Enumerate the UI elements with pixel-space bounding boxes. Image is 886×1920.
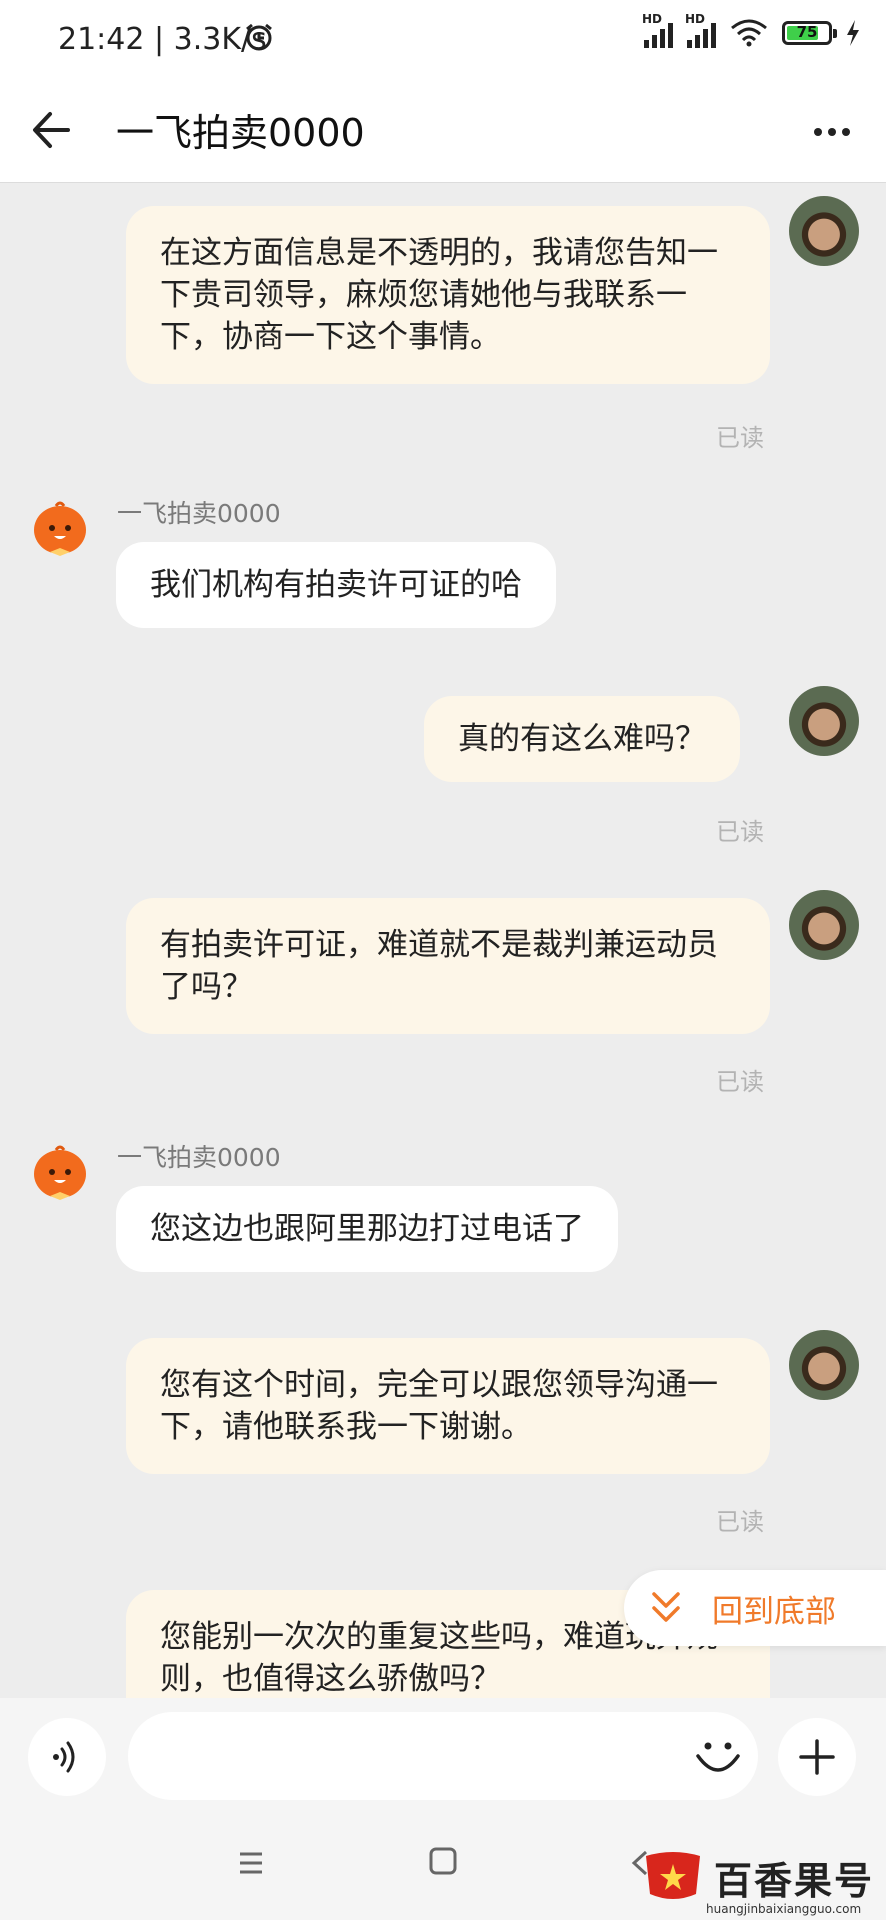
signal-icon: HD [685,12,716,48]
sender-name: 一飞拍卖0000 [117,1143,281,1172]
read-status: 已读 [716,424,764,452]
read-status: 已读 [716,1068,764,1096]
input-bar [0,1698,886,1814]
watermark-logo: 百香果号 huangjinbaixiangguo.com [640,1850,886,1920]
hd-label: HD [685,12,706,26]
double-chevron-down-icon [652,1592,680,1622]
battery-level: 75 [796,23,818,41]
message-text: 您有这个时间，完全可以跟您领导沟通一下，请他联系我一下谢谢。 [160,1367,718,1445]
status-indicators: HD HD 75 [642,12,860,48]
message-text: 真的有这么难吗？ [458,721,706,757]
message-bubble-outgoing[interactable]: 有拍卖许可证，难道就不是裁判兼运动员了吗？ [126,898,770,1034]
message-bubble-outgoing[interactable]: 您有这个时间，完全可以跟您领导沟通一下，请他联系我一下谢谢。 [126,1338,770,1474]
more-icon[interactable] [804,104,860,160]
message-text: 在这方面信息是不透明的，我请您告知一下贵司领导，麻烦您请她他与我联系一下，协商一… [160,235,718,355]
plus-button[interactable] [778,1718,856,1796]
avatar[interactable] [789,686,859,756]
status-time: 21:42 | 3.3K/s [58,22,267,57]
avatar[interactable] [789,196,859,266]
message-input[interactable] [128,1712,758,1800]
message-bubble-incoming[interactable]: 我们机构有拍卖许可证的哈 [116,542,556,628]
menu-icon[interactable] [236,1848,266,1878]
status-bar: 21:42 | 3.3K/s HD HD 75 [0,0,886,80]
message-text: 您这边也跟阿里那边打过电话了 [150,1211,584,1247]
sender-name: 一飞拍卖0000 [117,499,281,528]
voice-icon [53,1741,75,1773]
chat-header: 一飞拍卖0000 [0,80,886,183]
home-icon[interactable] [428,1846,458,1876]
wifi-icon [731,19,767,47]
message-bubble-incoming[interactable]: 您这边也跟阿里那边打过电话了 [116,1186,618,1272]
read-status: 已读 [716,818,764,846]
hd-label: HD [642,12,663,26]
battery-icon: 75 [782,21,837,45]
avatar[interactable] [789,1330,859,1400]
message-bubble-outgoing[interactable]: 在这方面信息是不透明的，我请您告知一下贵司领导，麻烦您请她他与我联系一下，协商一… [126,206,770,384]
read-status: 已读 [716,1508,764,1536]
emoji-icon[interactable] [690,1728,746,1784]
back-arrow-icon[interactable] [28,100,88,160]
avatar[interactable] [789,890,859,960]
voice-button[interactable] [28,1718,106,1796]
watermark-url: huangjinbaixiangguo.com [706,1902,862,1916]
message-text: 有拍卖许可证，难道就不是裁判兼运动员了吗？ [160,927,718,1005]
watermark-badge-icon [646,1852,700,1899]
charging-icon [847,20,859,46]
jump-to-bottom-label: 回到底部 [712,1594,836,1630]
message-text: 我们机构有拍卖许可证的哈 [150,567,522,603]
alarm-icon [246,23,272,51]
plus-icon [799,1739,835,1775]
message-bubble-outgoing[interactable]: 真的有这么难吗？ [424,696,740,782]
bot-avatar-icon[interactable] [30,500,90,560]
watermark-title: 百香果号 [714,1859,875,1903]
signal-icon: HD [642,12,673,48]
bot-avatar-icon[interactable] [30,1144,90,1204]
page-title: 一飞拍卖0000 [116,111,365,155]
jump-to-bottom-button[interactable]: 回到底部 [624,1570,886,1646]
